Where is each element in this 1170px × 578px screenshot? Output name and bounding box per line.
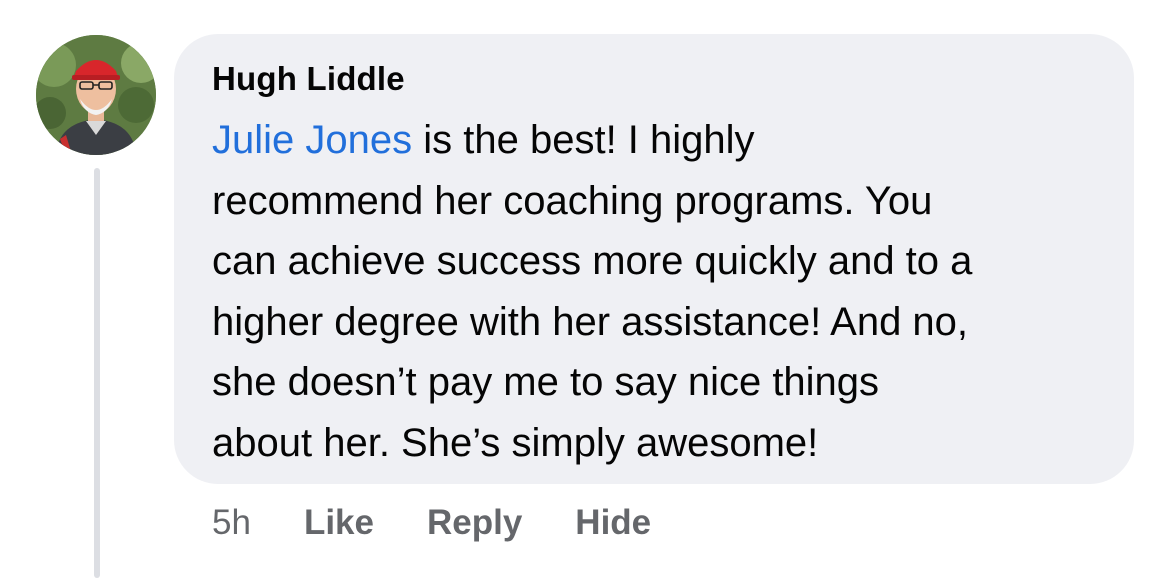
comment-timestamp[interactable]: 5h bbox=[212, 503, 251, 543]
comment-actions: 5h Like Reply Hide bbox=[212, 503, 704, 543]
comment-thread-line bbox=[94, 168, 100, 578]
like-button[interactable]: Like bbox=[304, 503, 374, 543]
hide-button[interactable]: Hide bbox=[575, 503, 651, 543]
comment-text: is the best! I highly recommend her coac… bbox=[212, 118, 973, 465]
author-avatar[interactable] bbox=[36, 35, 156, 155]
mention-link[interactable]: Julie Jones bbox=[212, 118, 412, 162]
avatar-photo-icon bbox=[36, 35, 156, 155]
reply-button[interactable]: Reply bbox=[427, 503, 522, 543]
comment-author-name[interactable]: Hugh Liddle bbox=[212, 60, 405, 98]
comment-body: Julie Jones is the best! I highly recomm… bbox=[212, 110, 1112, 473]
